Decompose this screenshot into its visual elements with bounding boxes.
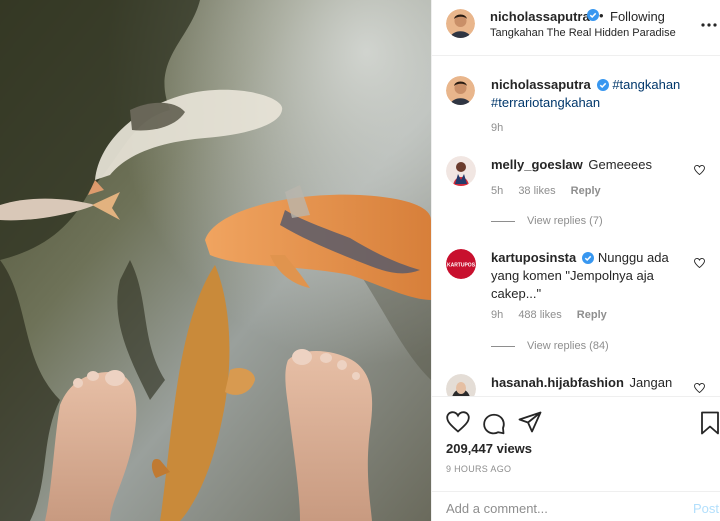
post-comment-button[interactable]: Post [693,501,719,516]
caption: nicholassaputra #tangkahan #terrariotang… [432,76,720,146]
comment-text: Jangan [629,375,673,390]
comments-list[interactable]: nicholassaputra #tangkahan #terrariotang… [432,56,720,396]
verified-badge-icon [596,79,609,91]
view-replies-button[interactable]: View replies (7) [491,215,603,227]
separator-dot: • [599,8,604,23]
hashtag-link[interactable]: #tangkahan [612,77,680,92]
comment-time: 9h [491,309,504,321]
more-options-button[interactable] [701,14,717,32]
following-button[interactable]: Following [610,9,665,24]
post-panel: nicholassaputra • Following Tangkahan Th… [431,0,720,521]
like-comment-heart-icon[interactable] [694,383,705,393]
heart-icon[interactable] [446,411,470,433]
comment-item: hasanah.hijabfashion Jangan [432,374,720,396]
like-comment-heart-icon[interactable] [694,165,705,175]
share-icon[interactable] [518,411,542,433]
post-timestamp[interactable]: 9 HOURS AGO [446,464,511,474]
svg-text:KARTUPOS: KARTUPOS [447,263,476,269]
verified-badge-icon [582,252,595,264]
post-actions: 209,447 views 9 HOURS AGO [432,396,720,491]
replies-divider [491,345,515,347]
author-avatar[interactable] [446,9,475,38]
comment-item: KARTUPOS kartuposinsta Nunggu ada yang k… [432,249,720,361]
comment-meta: 9h 488 likes Reply [491,309,619,321]
like-comment-heart-icon[interactable] [694,258,705,268]
bookmark-icon[interactable] [700,411,720,435]
comment-text: Gemeeees [588,157,652,172]
comment-icon[interactable] [482,411,506,435]
more-horizontal-icon [701,23,717,27]
comment-username[interactable]: hasanah.hijabfashion [491,375,624,390]
caption-username[interactable]: nicholassaputra [491,77,591,92]
comment-time: 5h [491,185,504,197]
verified-badge-icon [587,9,599,21]
comment-item: melly_goeslaw Gemeeees 5h 38 likes Reply… [432,156,720,236]
post-photo[interactable] [0,0,431,521]
reply-button[interactable]: Reply [577,309,607,321]
post-header: nicholassaputra • Following Tangkahan Th… [432,0,720,56]
add-comment-bar: Post [432,491,720,521]
author-username[interactable]: nicholassaputra [490,9,590,24]
caption-time: 9h [491,122,504,134]
location-link[interactable]: Tangkahan The Real Hidden Paradise [490,27,676,39]
comment-meta: 5h 38 likes Reply [491,185,613,197]
view-count[interactable]: 209,447 views [446,441,532,456]
photo-artwork [0,0,431,521]
reply-button[interactable]: Reply [571,185,601,197]
replies-divider [491,220,515,222]
comment-username[interactable]: kartuposinsta [491,250,576,265]
hashtag-link[interactable]: #terrariotangkahan [491,95,600,110]
comment-likes[interactable]: 488 likes [518,309,561,321]
commenter-avatar[interactable] [446,156,476,186]
view-replies-button[interactable]: View replies (84) [491,340,609,352]
caption-text: nicholassaputra #tangkahan #terrariotang… [491,76,691,112]
comment-likes[interactable]: 38 likes [518,185,555,197]
commenter-avatar[interactable] [446,374,476,396]
commenter-avatar[interactable]: KARTUPOS [446,249,476,279]
comment-input[interactable] [446,498,676,518]
comment-username[interactable]: melly_goeslaw [491,157,583,172]
caption-avatar[interactable] [446,76,475,105]
